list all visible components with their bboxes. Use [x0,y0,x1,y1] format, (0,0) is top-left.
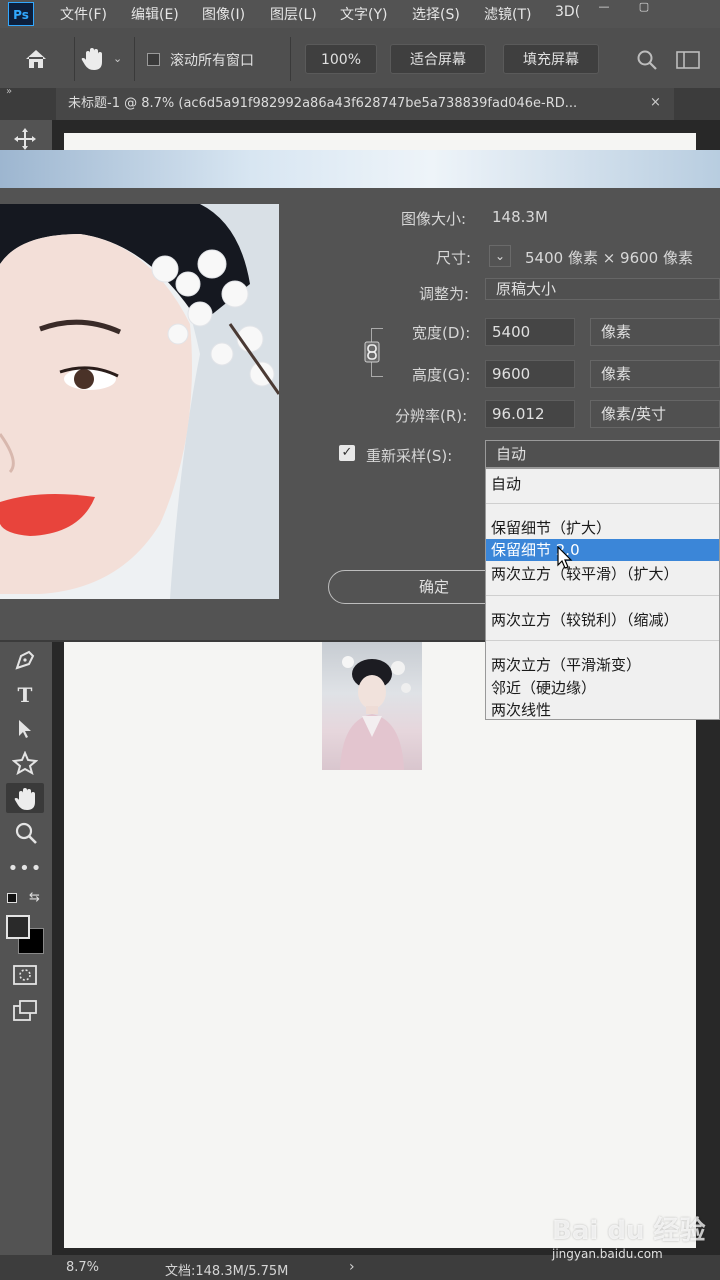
width-unit-select[interactable]: 像素 [590,318,720,346]
fit-to-label: 调整为: [419,285,470,303]
baidu-watermark-url: jingyan.baidu.com [552,1247,663,1261]
constrain-proportions-icon[interactable] [364,341,380,363]
chevron-right-icon[interactable]: › [349,1259,355,1275]
minimize-icon[interactable]: — [592,0,616,13]
fit-to-select[interactable]: 原稿大小 [485,278,720,300]
workspace-icon[interactable] [676,50,700,70]
resolution-input[interactable]: 96.012 [485,400,575,428]
option-preserve-details-2[interactable]: 保留细节 2.0 [486,539,719,561]
home-icon[interactable] [24,48,48,70]
fit-screen-button[interactable]: 适合屏幕 [390,44,486,74]
dialog-background-strip [0,150,720,188]
option-bilinear[interactable]: 两次线性 [491,699,551,720]
hand-tool-icon[interactable] [80,46,106,72]
image-preview[interactable] [0,204,279,599]
zoom-tool-icon[interactable] [14,821,38,845]
chevron-down-icon[interactable]: ⌄ [113,52,122,65]
width-label: 宽度(D): [412,324,471,342]
status-zoom[interactable]: 8.7% [66,1260,99,1275]
resample-checkbox[interactable]: ✓ [339,445,355,461]
option-auto[interactable]: 自动 [491,473,521,494]
menu-filter[interactable]: 滤镜(T) [484,4,531,24]
height-label: 高度(G): [412,366,471,384]
quick-mask-icon[interactable] [13,964,37,986]
fill-screen-button[interactable]: 填充屏幕 [503,44,599,74]
pen-tool-icon[interactable] [13,648,37,672]
menu-layer[interactable]: 图层(L) [270,4,317,24]
menu-type[interactable]: 文字(Y) [340,4,387,24]
custom-shape-icon[interactable] [12,751,38,775]
search-icon[interactable] [636,49,658,71]
menu-edit[interactable]: 编辑(E) [131,4,179,24]
screen-mode-icon[interactable] [13,1000,39,1022]
status-document-size: 文档:148.3M/5.75M [165,1264,289,1279]
option-nearest-neighbor[interactable]: 邻近（硬边缘） [491,677,596,698]
canvas-photo [322,642,422,770]
width-input[interactable]: 5400 [485,318,575,346]
height-unit-select[interactable]: 像素 [590,360,720,388]
swap-colors-icon[interactable]: ⇆ [29,890,40,905]
dimensions-label: 尺寸: [436,249,472,267]
document-tab[interactable]: 未标题-1 @ 8.7% (ac6d5a91f982992a86a43f6287… [56,88,674,120]
link-bracket-top [371,328,383,329]
option-bicubic-smooth-gradients[interactable]: 两次立方（平滑渐变） [491,654,641,675]
scroll-all-windows-label: 滚动所有窗口 [170,53,254,69]
photoshop-logo: Ps [8,2,34,26]
dimensions-value: 5400 像素 × 9600 像素 [525,249,693,267]
chevron-down-icon[interactable]: ⌄ [489,245,511,267]
path-selection-icon[interactable] [15,718,37,740]
option-bicubic-smoother[interactable]: 两次立方（较平滑）（扩大） [491,563,679,584]
hand-tool-icon[interactable] [13,786,39,812]
menu-bar: Ps 文件(F) 编辑(E) 图像(I) 图层(L) 文字(Y) 选择(S) 滤… [0,0,720,28]
option-bicubic-sharper[interactable]: 两次立方（较锐利）（缩减） [491,609,679,630]
link-bracket-bottom [371,376,383,377]
menu-image[interactable]: 图像(I) [202,4,245,24]
default-colors-icon[interactable] [7,893,17,903]
image-size-label: 图像大小: [401,210,467,228]
move-tool-icon[interactable] [13,127,37,151]
image-size-value: 148.3M [492,208,548,226]
height-input[interactable]: 9600 [485,360,575,388]
foreground-color-swatch[interactable] [6,915,30,939]
maximize-icon[interactable]: ▢ [632,0,656,13]
resample-select[interactable]: 自动 [485,440,720,468]
close-tab-icon[interactable]: × [650,95,661,110]
type-tool-icon[interactable]: T [6,680,44,710]
resolution-label: 分辨率(R): [395,407,468,425]
more-tools-icon[interactable]: ••• [6,854,44,884]
expand-panels-icon[interactable]: » [6,86,12,97]
option-preserve-details-enlarge[interactable]: 保留细节（扩大） [491,517,611,538]
mouse-cursor-icon [557,546,573,569]
scroll-all-windows-checkbox[interactable] [147,53,160,66]
zoom-100-button[interactable]: 100% [305,44,377,74]
resolution-unit-select[interactable]: 像素/英寸 [590,400,720,428]
menu-file[interactable]: 文件(F) [60,4,107,24]
baidu-watermark: Bai du 经验 [552,1216,706,1246]
resample-label: 重新采样(S): [366,447,453,465]
menu-3d[interactable]: 3D( [555,4,580,20]
resample-dropdown: 自动 保留细节（扩大） 保留细节 2.0 两次立方（较平滑）（扩大） 两次立方（… [485,468,720,720]
menu-select[interactable]: 选择(S) [412,4,460,24]
